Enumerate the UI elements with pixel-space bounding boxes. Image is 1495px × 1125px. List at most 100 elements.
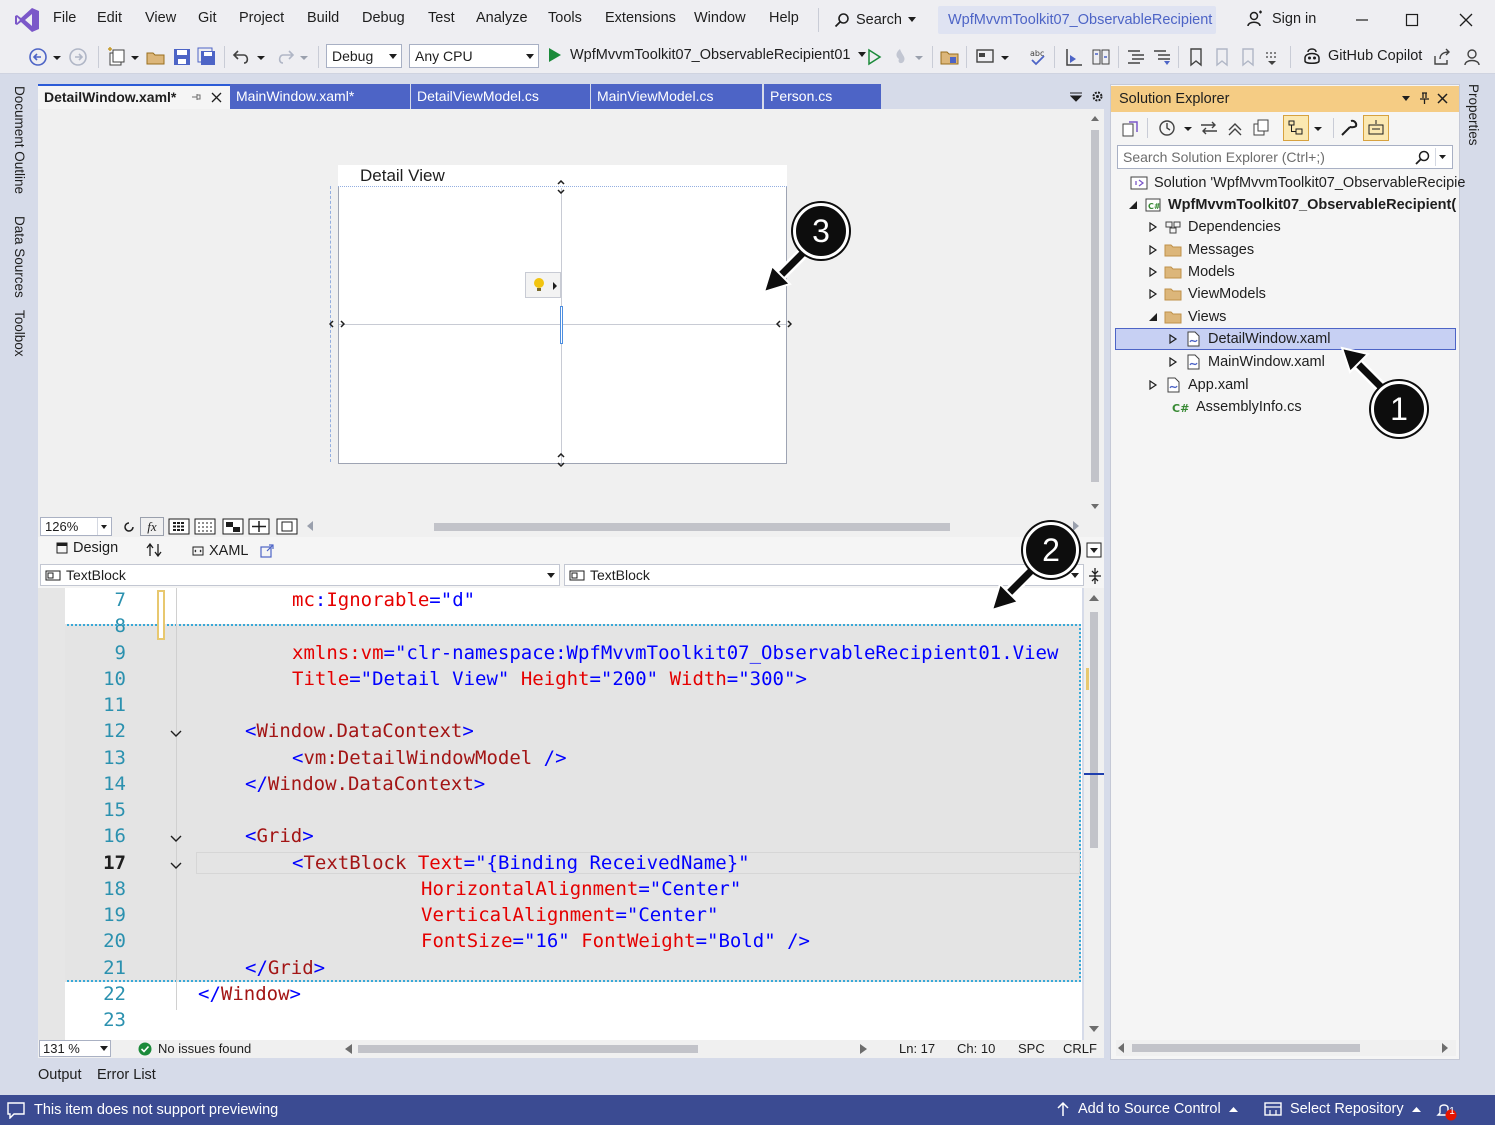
comment-lines-icon[interactable] [1126, 47, 1146, 67]
tab-data-sources[interactable]: Data Sources [12, 216, 27, 298]
undo-icon[interactable] [232, 47, 252, 67]
editor-horizontal-scrollbar[interactable] [358, 1045, 698, 1053]
designer-zoom-select[interactable]: 126% [40, 517, 112, 536]
tab-error-list[interactable]: Error List [97, 1067, 156, 1083]
forward-icon[interactable] [68, 47, 88, 67]
resize-handle-top-icon[interactable] [556, 180, 566, 194]
bookmark-icon[interactable] [1186, 47, 1206, 67]
window-layout-icon[interactable] [975, 47, 995, 67]
open-folder-icon[interactable] [146, 47, 166, 67]
artboard-background-icon[interactable] [222, 518, 244, 535]
search-button[interactable]: Search [834, 8, 916, 32]
device-preview-icon[interactable] [276, 518, 298, 535]
collapsed-arrow-icon[interactable] [1168, 334, 1178, 344]
tree-item-views[interactable]: Views [1148, 306, 1226, 328]
close-icon[interactable] [1437, 93, 1448, 104]
tab-detailwindow-xaml[interactable]: DetailWindow.xaml* [38, 84, 230, 109]
cursor-line[interactable]: Ln: 17 [899, 1041, 935, 1056]
designer-vertical-scrollbar[interactable] [1088, 112, 1102, 516]
tab-toolbox[interactable]: Toolbox [12, 310, 27, 357]
menu-test[interactable]: Test [428, 10, 455, 26]
whitespace-mode[interactable]: SPC [1018, 1041, 1045, 1056]
tab-properties[interactable]: Properties [1466, 84, 1481, 146]
github-copilot-button[interactable]: GitHub Copilot [1302, 46, 1422, 66]
menu-debug[interactable]: Debug [362, 10, 405, 26]
issues-indicator[interactable]: No issues found [138, 1041, 251, 1056]
tab-mainwindow-xaml[interactable]: MainWindow.xaml* [230, 84, 410, 109]
pin-icon[interactable] [191, 92, 201, 102]
collapse-region-icon[interactable] [168, 858, 184, 874]
tab-output[interactable]: Output [38, 1067, 82, 1083]
quick-actions-button[interactable] [525, 272, 561, 298]
notifications-button[interactable]: 1 [1436, 1099, 1458, 1121]
menu-git[interactable]: Git [198, 10, 217, 26]
collapsed-arrow-icon[interactable] [1148, 289, 1158, 299]
sign-in-button[interactable]: Sign in [1246, 10, 1316, 28]
scroll-left-icon[interactable] [345, 1044, 352, 1054]
expanded-arrow-icon[interactable] [1148, 312, 1158, 322]
collapse-region-icon[interactable] [168, 726, 184, 742]
design-window-preview[interactable] [338, 165, 787, 464]
window-menu-icon[interactable] [1401, 95, 1411, 103]
chevron-down-icon[interactable] [1000, 47, 1010, 67]
menu-edit[interactable]: Edit [97, 10, 122, 26]
switch-views-icon[interactable] [1121, 118, 1141, 138]
spell-check-icon[interactable]: abc [1028, 47, 1048, 67]
chevron-down-icon[interactable] [52, 47, 62, 67]
tab-overflow-icon[interactable] [1070, 92, 1082, 102]
cursor-column[interactable]: Ch: 10 [957, 1041, 995, 1056]
chevron-down-icon[interactable] [1183, 118, 1193, 138]
menu-extensions[interactable]: Extensions [605, 10, 676, 26]
popout-icon[interactable] [260, 544, 274, 558]
solution-search-input[interactable]: Search Solution Explorer (Ctrl+;) [1117, 145, 1453, 169]
close-window-button[interactable] [1454, 8, 1478, 32]
gear-icon[interactable] [1091, 90, 1104, 103]
scroll-right-icon[interactable] [860, 1044, 867, 1054]
tree-item-dependencies[interactable]: Dependencies [1148, 216, 1281, 238]
solution-folder-icon[interactable] [940, 47, 960, 67]
toolbar-options-icon[interactable] [1262, 47, 1282, 67]
menu-tools[interactable]: Tools [548, 10, 582, 26]
platform-select[interactable]: Any CPU [409, 44, 539, 68]
snap-to-grid-icon[interactable] [194, 518, 216, 535]
resize-handle-left-icon[interactable] [329, 319, 345, 329]
start-debugging-button[interactable]: WpfMvvmToolkit07_ObservableRecipient01 [548, 47, 867, 63]
chevron-down-icon[interactable] [256, 47, 266, 67]
add-to-source-control-button[interactable]: Add to Source Control [1056, 1101, 1238, 1117]
feedback-icon[interactable] [1462, 47, 1482, 67]
start-without-debugging-icon[interactable] [864, 47, 884, 67]
split-editor-icon[interactable] [1088, 567, 1102, 585]
chevron-down-icon[interactable] [914, 47, 924, 67]
resize-handle-bottom-icon[interactable] [556, 453, 566, 467]
save-icon[interactable] [172, 47, 192, 67]
menu-build[interactable]: Build [307, 10, 339, 26]
tree-item-messages[interactable]: Messages [1148, 239, 1254, 261]
collapse-all-icon[interactable] [1225, 118, 1245, 138]
wrench-icon[interactable] [1339, 118, 1359, 138]
chevron-down-icon[interactable] [1313, 118, 1323, 138]
designer-horizontal-scrollbar[interactable] [434, 523, 950, 531]
collapse-pane-icon[interactable] [1086, 542, 1102, 558]
tree-item-solution[interactable]: Solution 'WpfMvvmToolkit07_ObservableRec… [1130, 172, 1465, 194]
design-view-tab[interactable]: Design [56, 540, 118, 556]
swap-panes-icon[interactable] [146, 543, 162, 557]
editor-vertical-scrollbar[interactable] [1084, 588, 1104, 1040]
xaml-view-tab[interactable]: XAML [192, 543, 249, 559]
tree-item-assemblyinfo-cs[interactable]: C# AssemblyInfo.cs [1164, 396, 1302, 418]
next-bookmark-icon[interactable] [1238, 47, 1258, 67]
snap-to-snaplines-icon[interactable] [248, 518, 270, 535]
element-scope-select[interactable]: TextBlock [40, 564, 560, 586]
preview-selected-items-toggle[interactable] [1363, 115, 1389, 141]
history-icon[interactable] [1157, 118, 1177, 138]
collapsed-arrow-icon[interactable] [1148, 245, 1158, 255]
selected-textblock-adorner[interactable] [560, 306, 563, 344]
back-icon[interactable] [28, 47, 48, 67]
tree-item-detailwindow-xaml[interactable]: DetailWindow.xaml [1115, 328, 1456, 350]
close-tab-icon[interactable] [211, 92, 222, 103]
tab-document-outline[interactable]: Document Outline [12, 86, 27, 194]
collapsed-arrow-icon[interactable] [1148, 222, 1158, 232]
menu-window[interactable]: Window [694, 10, 746, 26]
redo-icon[interactable] [275, 47, 295, 67]
menu-analyze[interactable]: Analyze [476, 10, 528, 26]
scroll-left-icon[interactable] [306, 521, 314, 531]
